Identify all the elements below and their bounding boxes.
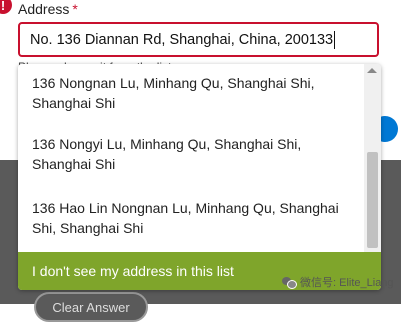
clear-answer-button[interactable]: Clear Answer (34, 292, 148, 322)
address-suggestions-dropdown: 136 Nongnan Lu, Minhang Qu, Shanghai Shi… (18, 64, 381, 290)
text-caret (334, 30, 336, 49)
address-input[interactable]: No. 136 Diannan Rd, Shanghai, China, 200… (18, 22, 379, 57)
watermark-text: 微信号: Elite_Liang (300, 277, 394, 289)
background-strip (0, 60, 18, 160)
dropdown-scrollbar[interactable] (364, 64, 381, 252)
suggestions-list: 136 Nongnan Lu, Minhang Qu, Shanghai Shi… (18, 64, 364, 254)
address-label-text: Address (18, 1, 70, 17)
wechat-icon (282, 276, 297, 289)
error-icon: ! (0, 0, 12, 14)
watermark: 微信号: Elite_Liang (282, 274, 394, 290)
suggestion-item[interactable]: 136 Hao Lin Nongnan Lu, Minhang Qu, Shan… (18, 190, 364, 254)
suggestion-item[interactable]: 136 Nongyi Lu, Minhang Qu, Shanghai Shi,… (18, 126, 364, 190)
suggestion-item[interactable]: 136 Nongnan Lu, Minhang Qu, Shanghai Shi… (18, 64, 364, 126)
required-marker: * (72, 1, 78, 17)
address-label: Address * (18, 1, 78, 17)
scroll-up-arrow-icon[interactable] (367, 68, 377, 73)
scroll-thumb[interactable] (367, 152, 378, 248)
address-input-value: No. 136 Diannan Rd, Shanghai, China, 200… (30, 31, 334, 48)
